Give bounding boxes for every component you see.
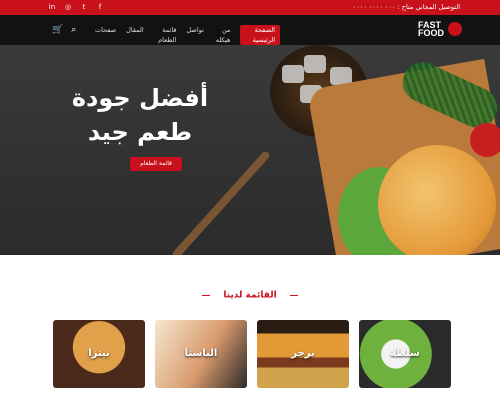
- menu-section-title: القائمة لدينا: [0, 285, 500, 304]
- menu-card-pasta[interactable]: الباستا: [155, 320, 247, 388]
- title-divider-right: [289, 295, 298, 296]
- ice-cube: [304, 55, 326, 73]
- ice-cube: [282, 65, 304, 83]
- menu-card-title: بيتزا: [88, 348, 110, 359]
- hero-headline: أفضل جودة طعم جيد: [60, 81, 220, 149]
- nav-item-pages[interactable]: صفحات: [95, 25, 116, 45]
- menu-cards: بيتزا الباستا برجر سلطة: [53, 320, 453, 390]
- hero-headline-line2: طعم جيد: [87, 118, 193, 146]
- cart-icon[interactable]: 🛒: [52, 24, 63, 36]
- menu-card-title: برجر: [291, 348, 315, 359]
- linkedin-icon[interactable]: in: [48, 2, 56, 12]
- search-icon[interactable]: ⌕: [71, 24, 76, 36]
- nav-item-menu[interactable]: قائمة الطعام: [154, 25, 176, 45]
- hero-banner: أفضل جودة طعم جيد قائمة الطعام: [0, 45, 500, 255]
- contact-info: التوصيل المجاني متاح : ٠٠٠ ٠٠٠٠ ٠٠٠٠: [352, 3, 460, 11]
- menu-card-burger[interactable]: برجر: [257, 320, 349, 388]
- facebook-icon[interactable]: f: [96, 2, 104, 12]
- menu-title: القائمة لدينا: [223, 290, 277, 301]
- menu-card-title: الباستا: [184, 348, 218, 359]
- twitter-icon[interactable]: t: [80, 2, 88, 12]
- nav-menu: الصفحة الرئيسية من هيكله تواصل قائمة الط…: [95, 25, 280, 45]
- nav-icons: 🛒 ⌕: [52, 24, 76, 36]
- nav-item-about[interactable]: من هيكله: [214, 25, 231, 45]
- main-nav: FAST FOOD الصفحة الرئيسية من هيكله تواصل…: [0, 15, 500, 45]
- nav-item-contact[interactable]: تواصل: [186, 25, 203, 45]
- menu-card-title: سلطة: [390, 348, 420, 359]
- brand-wordmark: FAST FOOD: [418, 21, 444, 38]
- nav-item-home[interactable]: الصفحة الرئيسية: [240, 25, 280, 45]
- instagram-icon[interactable]: ◎: [64, 2, 72, 12]
- tomato-image: [470, 123, 500, 157]
- fork-image: [171, 150, 271, 255]
- social-links: in ◎ t f: [48, 2, 104, 12]
- hero-headline-line1: أفضل جودة: [71, 84, 209, 112]
- burger-image: [378, 145, 496, 255]
- burger-icon: [448, 22, 462, 36]
- nav-item-article[interactable]: المقال: [126, 25, 144, 45]
- menu-card-pizza[interactable]: بيتزا: [53, 320, 145, 388]
- title-divider-left: [202, 295, 211, 296]
- menu-card-salad[interactable]: سلطة: [359, 320, 451, 388]
- brand-word-2: FOOD: [418, 28, 444, 38]
- top-bar: in ◎ t f التوصيل المجاني متاح : ٠٠٠ ٠٠٠٠…: [0, 0, 500, 15]
- menu-button[interactable]: قائمة الطعام: [130, 157, 182, 171]
- brand-logo[interactable]: FAST FOOD: [418, 21, 462, 38]
